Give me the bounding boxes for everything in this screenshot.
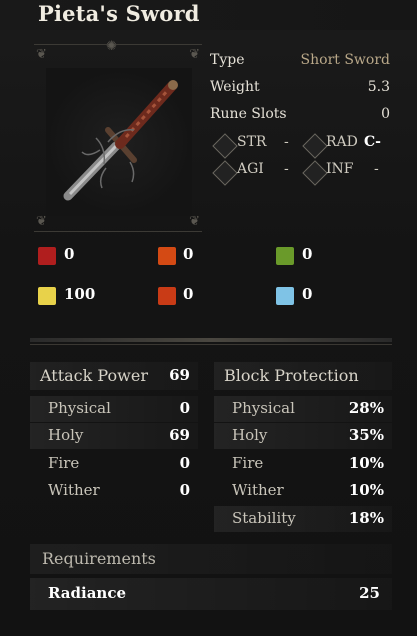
item-name: Pieta's Sword [38,1,200,26]
rad-label: RAD [326,134,358,150]
holy-icon [38,287,56,305]
table-row: Wither 10% [214,478,392,504]
table-row: Stability 18% [214,506,392,532]
frost-value: 0 [302,285,313,303]
requirements-header: Requirements [30,544,392,574]
row-value: 0 [179,454,190,472]
type-row: Type Short Sword [210,50,390,72]
section-divider [30,338,392,342]
inferno-res-icon [158,287,176,305]
sword-icon [63,80,178,201]
agi-value: - [284,161,289,177]
row-value: 18% [348,509,384,527]
type-label: Type [210,52,245,68]
weight-label: Weight [210,79,260,95]
frost-icon [276,287,294,305]
holy-value: 100 [64,285,96,303]
strength-icon [212,133,238,159]
requirement-row: Radiance 25 [30,578,392,610]
attack-power-header: Attack Power 69 [30,362,198,390]
rune-slots-row: Rune Slots 0 [210,104,390,126]
inf-label: INF [326,161,354,177]
section-divider-line [30,344,392,345]
inferno-value: 0 [183,285,194,303]
row-value: 10% [348,454,384,472]
row-label: Holy [232,426,268,444]
row-label: Fire [48,454,80,472]
attack-power-value: 69 [169,366,190,384]
row-value: 69 [169,426,190,444]
row-label: Physical [232,399,295,417]
poison-icon [276,247,294,265]
row-label: Fire [232,454,264,472]
row-value: 0 [179,481,190,499]
blood-icon [38,247,56,265]
inferno-icon [302,160,328,186]
row-value: 0 [179,399,190,417]
row-label: Wither [232,481,284,499]
row-value: 35% [348,426,384,444]
frame-ornament-icon: ❦ [36,47,47,62]
agi-label: AGI [237,161,264,177]
weight-row: Weight 5.3 [210,77,390,99]
table-row: Physical 28% [214,396,392,422]
row-value: 10% [348,481,384,499]
attack-power-label: Attack Power [40,366,148,385]
type-value: Short Sword [300,52,390,68]
frame-ornament-icon: ❦ [189,214,200,229]
requirement-value: 25 [359,584,380,602]
poison-value: 0 [302,245,313,263]
block-protection-header: Block Protection [214,362,392,390]
requirement-label: Radiance [48,584,127,602]
fire-value: 0 [183,245,194,263]
table-row: Fire 10% [214,451,392,477]
frame-ornament-icon: ❦ [36,214,47,229]
radiance-icon [302,133,328,159]
agility-icon [212,160,238,186]
inf-value: - [374,161,379,177]
block-protection-label: Block Protection [224,366,359,385]
str-label: STR [237,134,267,150]
table-row: Holy 35% [214,423,392,449]
rad-value: C- [364,134,381,150]
row-label: Wither [48,481,100,499]
frame-crown-icon: ✺ [106,39,117,54]
weight-value: 5.3 [367,79,390,95]
item-tooltip-panel: Pieta's Sword ❦ ❦ ✺ ❦ ❦ Type Short Sword… [0,0,417,636]
requirements-label: Requirements [42,549,156,568]
fire-icon [158,247,176,265]
frame-ornament-icon: ❦ [189,47,200,62]
row-label: Holy [48,426,84,444]
table-row: Wither 0 [30,478,198,504]
str-value: - [284,134,289,150]
rune-slots-value: 0 [381,106,390,122]
table-row: Holy 69 [30,423,198,449]
item-image [46,68,192,216]
table-row: Physical 0 [30,396,198,422]
row-label: Physical [48,399,111,417]
blood-value: 0 [64,245,75,263]
table-row: Fire 0 [30,451,198,477]
row-value: 28% [348,399,384,417]
rune-slots-label: Rune Slots [210,106,287,122]
row-label: Stability [232,509,296,527]
